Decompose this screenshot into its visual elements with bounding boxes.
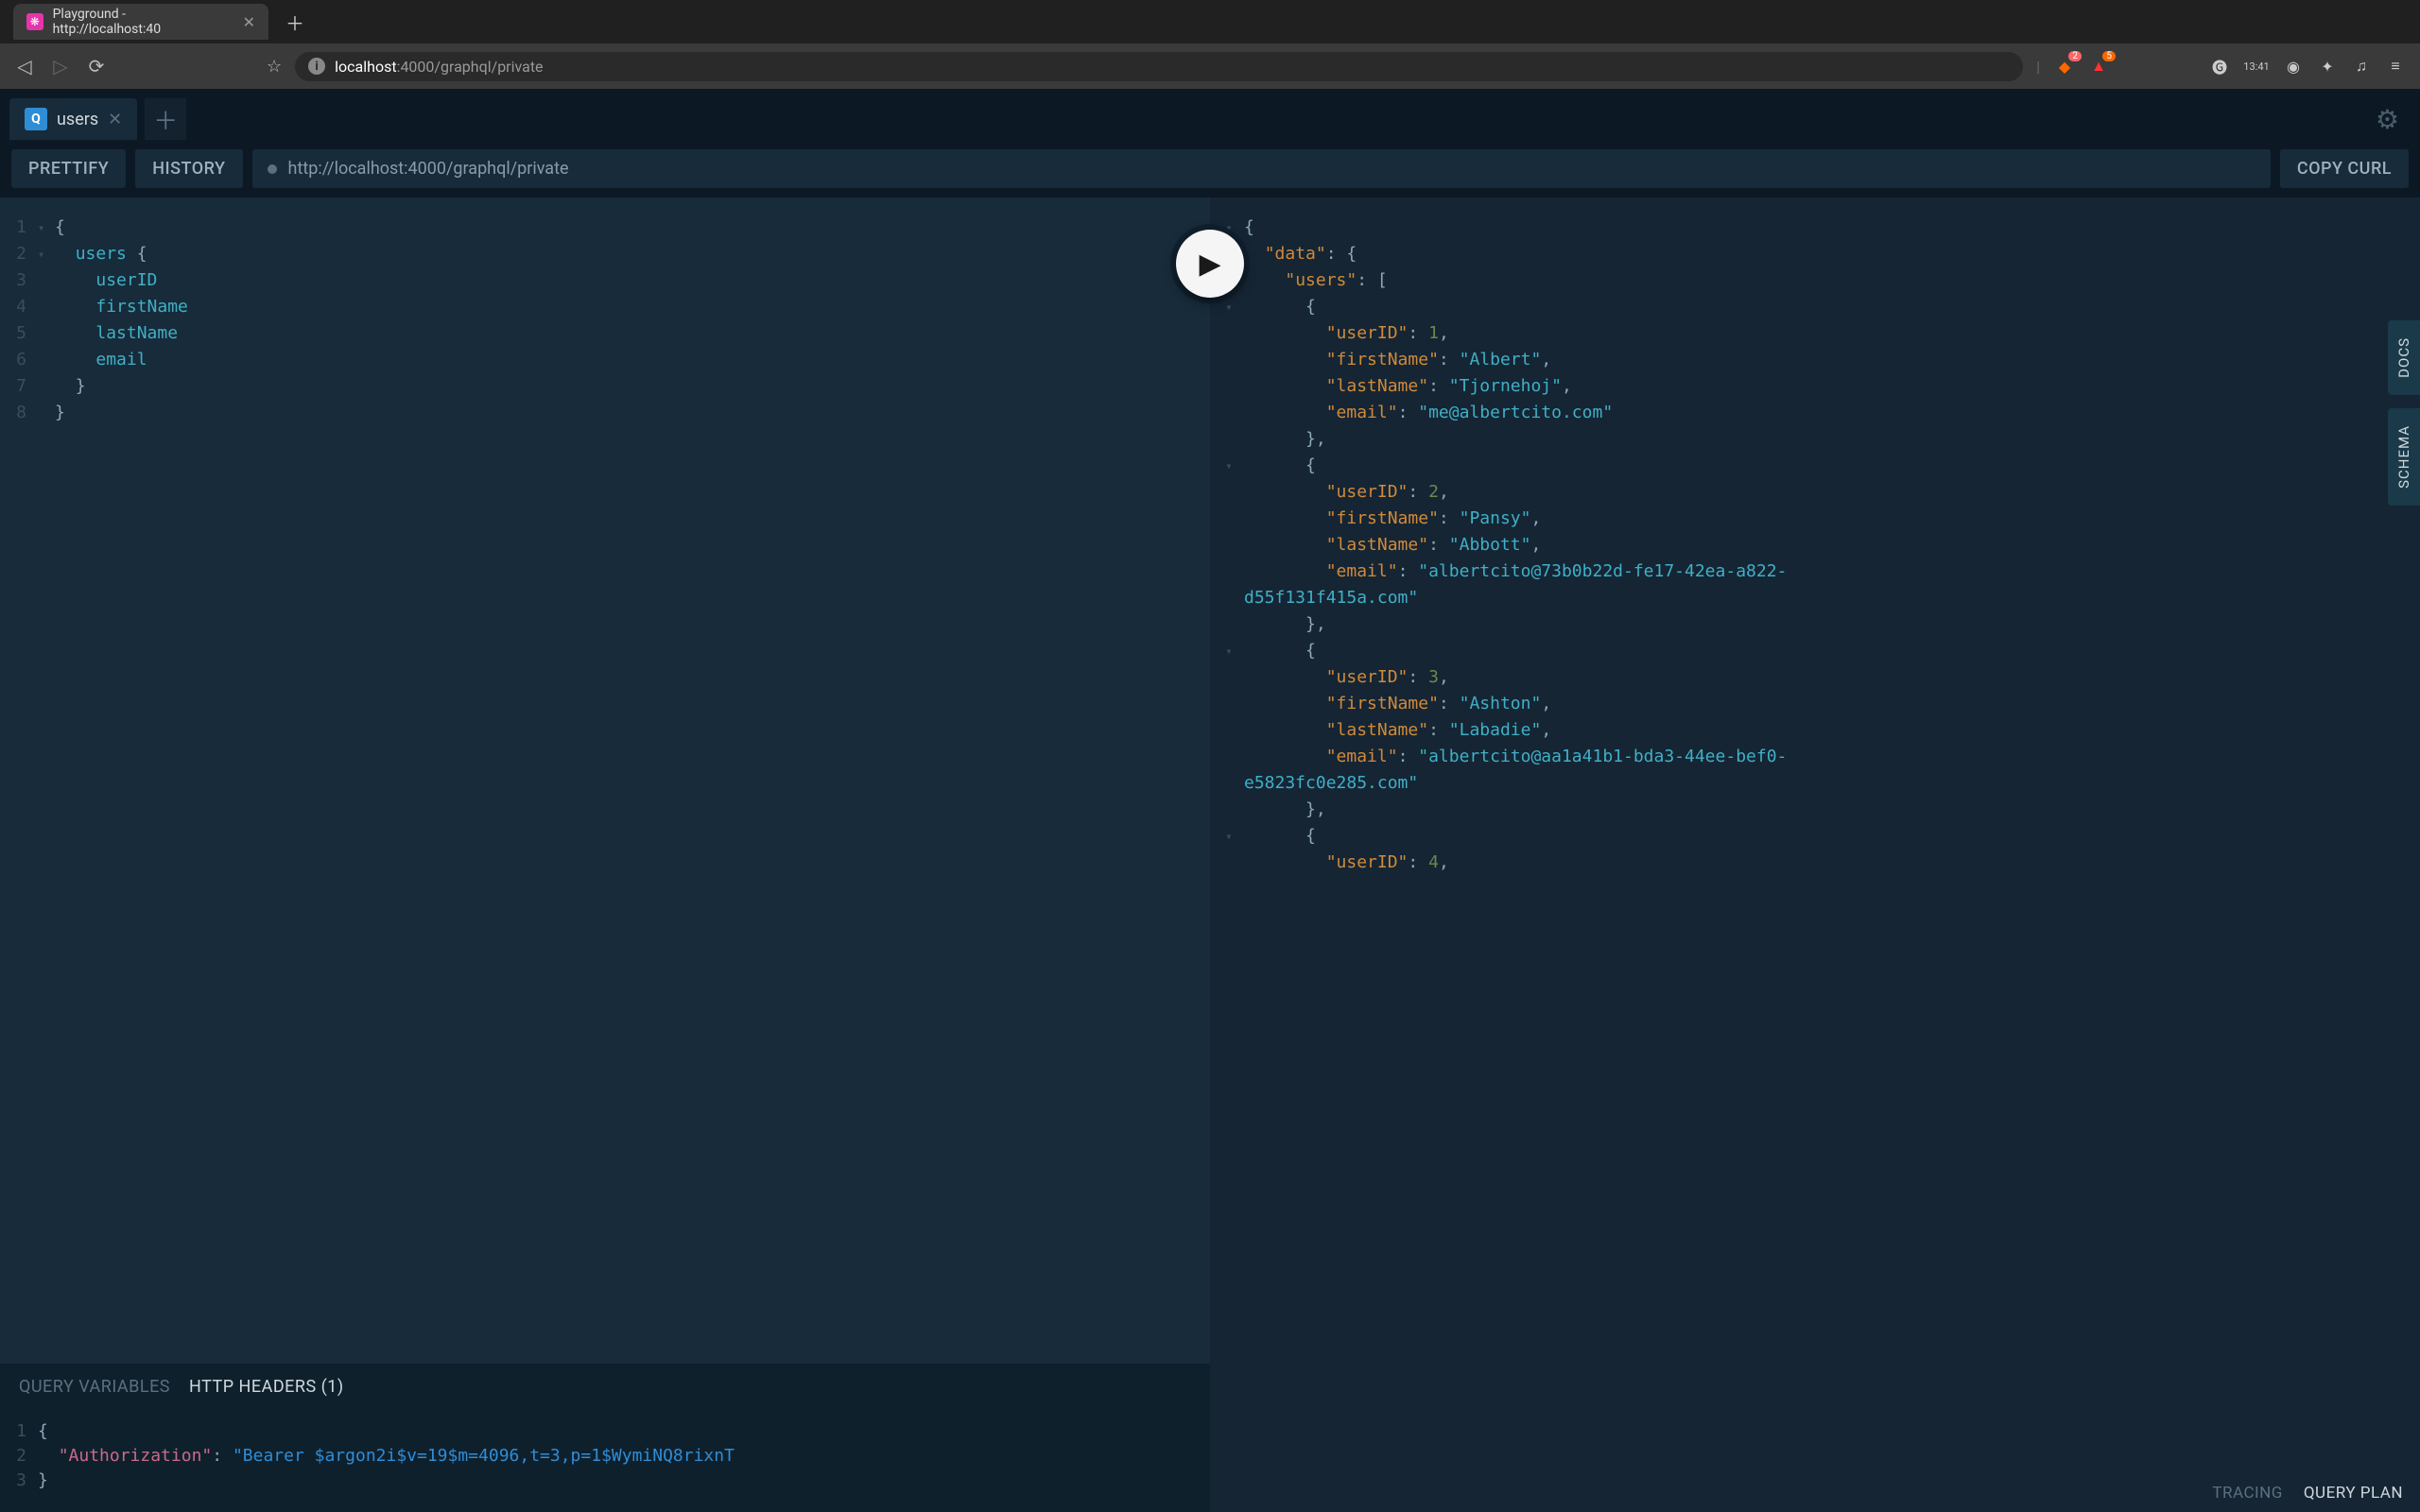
reload-icon[interactable]: ⟳ xyxy=(85,55,108,77)
browser-chrome: Playground - http://localhost:40 ✕ ＋ ◁ ▷… xyxy=(0,0,2420,89)
close-icon[interactable]: ✕ xyxy=(243,13,255,31)
browser-tab-title: Playground - http://localhost:40 xyxy=(53,7,233,37)
execute-button[interactable]: ▶ xyxy=(1176,230,1244,298)
playground-toolbar: PRETTIFY HISTORY http://localhost:4000/g… xyxy=(0,140,2420,198)
tracing-tab[interactable]: TRACING xyxy=(2212,1484,2283,1503)
endpoint-input[interactable]: http://localhost:4000/graphql/private xyxy=(252,149,2271,188)
query-tab[interactable]: Q users ✕ xyxy=(9,98,137,140)
schema-tab[interactable]: SCHEMA xyxy=(2388,408,2420,506)
globe-icon[interactable]: ◉ xyxy=(2282,55,2305,77)
browser-toolbar: ◁ ▷ ⟳ ☆ i localhost:4000/graphql/private… xyxy=(0,43,2420,89)
browser-extensions: ◆2 ▲5 🅖 13:41 ◉ ✦ ♫ ≡ xyxy=(2053,55,2407,77)
left-pane: 1▾{ 2▾ users { 3 userID 4 firstName 5 la… xyxy=(0,198,1210,1512)
brave-shield-icon[interactable]: ◆2 xyxy=(2053,55,2076,77)
address-bar[interactable]: i localhost:4000/graphql/private xyxy=(295,52,2023,81)
browser-tab-strip: Playground - http://localhost:40 ✕ ＋ xyxy=(0,0,2420,43)
new-browser-tab-button[interactable]: ＋ xyxy=(276,9,314,36)
settings-icon[interactable]: ⚙ xyxy=(2376,104,2399,135)
media-icon[interactable]: ♫ xyxy=(2350,55,2373,77)
graphql-favicon xyxy=(26,13,43,30)
close-icon[interactable]: ✕ xyxy=(108,110,122,129)
back-icon[interactable]: ◁ xyxy=(13,55,36,77)
result-pane: ▾{ ▾ "data": { ▾ "users": [ ▾ { "userID"… xyxy=(1210,198,2420,1512)
translate-icon[interactable]: 🅖 xyxy=(2208,55,2231,77)
docs-tab[interactable]: DOCS xyxy=(2388,320,2420,395)
endpoint-status-icon xyxy=(268,164,277,174)
result-viewer[interactable]: ▾{ ▾ "data": { ▾ "users": [ ▾ { "userID"… xyxy=(1210,198,2420,1512)
browser-tab[interactable]: Playground - http://localhost:40 ✕ xyxy=(13,4,268,40)
query-tab-label: users xyxy=(57,110,98,129)
menu-icon[interactable]: ≡ xyxy=(2384,55,2407,77)
headers-editor[interactable]: 1{ 2 "Authorization": "Bearer $argon2i$v… xyxy=(0,1410,1210,1512)
clock-icon: 13:41 xyxy=(2242,55,2271,77)
query-variables-tab[interactable]: QUERY VARIABLES xyxy=(19,1377,170,1397)
bookmark-icon[interactable]: ☆ xyxy=(267,57,282,77)
result-footer: TRACING QUERY PLAN xyxy=(2195,1474,2420,1512)
forward-icon[interactable]: ▷ xyxy=(49,55,72,77)
http-headers-tab[interactable]: HTTP HEADERS (1) xyxy=(189,1377,344,1397)
side-tools: DOCS SCHEMA xyxy=(2388,320,2420,506)
url-path: :4000/graphql/private xyxy=(397,58,544,76)
prettify-button[interactable]: PRETTIFY xyxy=(11,149,126,188)
brave-rewards-icon[interactable]: ▲5 xyxy=(2087,55,2110,77)
variables-panel: QUERY VARIABLES HTTP HEADERS (1) 1{ 2 "A… xyxy=(0,1364,1210,1512)
playground-app: Q users ✕ ＋ ⚙ PRETTIFY HISTORY http://lo… xyxy=(0,89,2420,1512)
site-info-icon[interactable]: i xyxy=(308,58,325,75)
url-host: localhost xyxy=(335,58,396,76)
query-badge-icon: Q xyxy=(25,108,47,130)
extensions-icon[interactable]: ✦ xyxy=(2316,55,2339,77)
endpoint-url: http://localhost:4000/graphql/private xyxy=(288,159,569,179)
history-button[interactable]: HISTORY xyxy=(135,149,242,188)
workspace: 1▾{ 2▾ users { 3 userID 4 firstName 5 la… xyxy=(0,198,2420,1512)
new-query-tab-button[interactable]: ＋ xyxy=(145,98,186,140)
query-plan-tab[interactable]: QUERY PLAN xyxy=(2304,1484,2403,1503)
copy-curl-button[interactable]: COPY CURL xyxy=(2280,149,2409,188)
playground-tabs: Q users ✕ ＋ ⚙ xyxy=(0,89,2420,140)
query-editor[interactable]: 1▾{ 2▾ users { 3 userID 4 firstName 5 la… xyxy=(0,198,1210,1364)
